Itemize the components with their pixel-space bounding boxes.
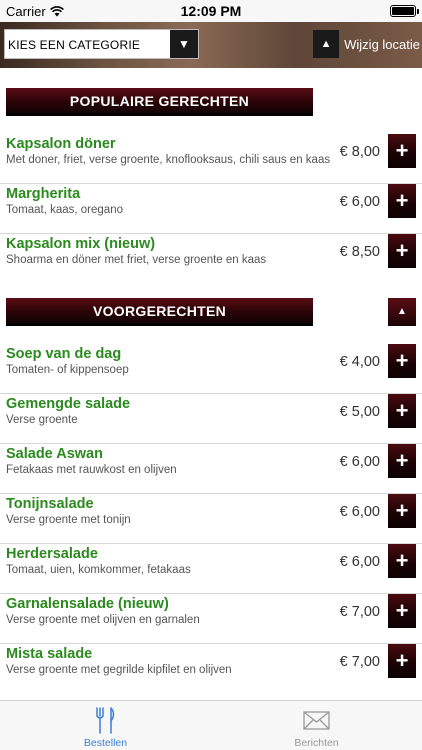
add-to-cart-button[interactable]: + [388,544,416,578]
dish-price: € 7,00 [339,654,380,670]
section-header-populair[interactable]: POPULAIRE GERECHTEN [6,88,313,116]
dish-description: Tomaat, kaas, oregano [6,204,123,216]
add-to-cart-button[interactable]: + [388,494,416,528]
dish-price: € 5,00 [339,404,380,420]
dish-name: Tonijnsalade [6,496,94,512]
list-item: Kapsalon döner Met doner, friet, verse g… [0,134,422,184]
tab-bar: Bestellen Berichten [0,700,422,750]
dish-price: € 6,00 [339,504,380,520]
add-to-cart-button[interactable]: + [388,394,416,428]
add-to-cart-button[interactable]: + [388,344,416,378]
dish-name: Mista salade [6,646,93,662]
category-dropdown-label: KIES EEN CATEGORIE [8,38,141,52]
dish-description: Tomaat, uien, komkommer, fetakaas [6,564,191,576]
list-item: Soep van de dag Tomaten- of kippensoep €… [0,344,422,394]
dish-price: € 8,50 [339,244,380,260]
tab-bestellen[interactable]: Bestellen [0,701,211,750]
add-to-cart-button[interactable]: + [388,134,416,168]
dish-description: Verse groente met gegrilde kipfilet en o… [6,664,232,676]
dish-name: Gemengde salade [6,396,131,412]
dish-description: Tomaten- of kippensoep [6,364,129,376]
list-item: Salade Aswan Fetakaas met rauwkost en ol… [0,444,422,494]
tab-bestellen-label: Bestellen [83,737,128,749]
dish-name: Soep van de dag [6,346,122,362]
dish-name: Garnalensalade (nieuw) [6,596,169,612]
dish-name: Margherita [6,186,81,202]
dish-name: Kapsalon mix (nieuw) [6,236,156,252]
dish-price: € 6,00 [339,554,380,570]
change-location-label: Wijzig locatie [344,36,420,52]
dish-description: Met doner, friet, verse groente, knofloo… [6,154,331,166]
list-item: Tonijnsalade Verse groente met tonijn € … [0,494,422,544]
list-item: Kapsalon mix (nieuw) Shoarma en döner me… [0,234,422,284]
list-item: Gemengde salade Verse groente € 5,00 + [0,394,422,444]
tab-berichten[interactable]: Berichten [211,701,422,750]
dish-description: Fetakaas met rauwkost en olijven [6,464,177,476]
tab-berichten-label: Berichten [294,737,339,749]
add-to-cart-button[interactable]: + [388,594,416,628]
dish-price: € 6,00 [339,194,380,210]
dish-price: € 8,00 [339,144,380,160]
dish-name: Herdersalade [6,546,98,562]
dish-name: Salade Aswan [6,446,103,462]
dish-description: Verse groente met tonijn [6,514,131,526]
dish-description: Shoarma en döner met friet, verse groent… [6,254,267,266]
add-to-cart-button[interactable]: + [388,184,416,218]
status-bar: Carrier 12:09 PM [0,0,422,22]
dish-price: € 7,00 [339,604,380,620]
list-item: Mista salade Verse groente met gegrilde … [0,644,422,694]
category-dropdown[interactable]: KIES EEN CATEGORIE ▼ [4,29,199,59]
add-to-cart-button[interactable]: + [388,234,416,268]
dish-name: Kapsalon döner [6,136,116,152]
chevron-down-icon: ▼ [170,30,198,58]
dish-price: € 4,00 [339,354,380,370]
change-location-button[interactable]: ▲ Wijzig locatie [313,29,420,59]
header-bar: KIES EEN CATEGORIE ▼ ▲ Wijzig locatie [0,22,422,68]
list-item: Herdersalade Tomaat, uien, komkommer, fe… [0,544,422,594]
add-to-cart-button[interactable]: + [388,444,416,478]
clock: 12:09 PM [180,3,242,19]
collapse-section-button[interactable]: ▲ [388,298,416,326]
dish-description: Verse groente [6,414,78,426]
list-item: Garnalensalade (nieuw) Verse groente met… [0,594,422,644]
section-header-voorgerechten[interactable]: VOORGERECHTEN [6,298,313,326]
dish-price: € 6,00 [339,454,380,470]
battery-icon [390,5,419,17]
cutlery-icon [96,707,115,734]
chevron-up-icon: ▲ [313,30,340,58]
dish-description: Verse groente met olijven en garnalen [6,614,200,626]
add-to-cart-button[interactable]: + [388,644,416,678]
envelope-icon [303,711,330,730]
list-item: Margherita Tomaat, kaas, oregano € 6,00 … [0,184,422,234]
